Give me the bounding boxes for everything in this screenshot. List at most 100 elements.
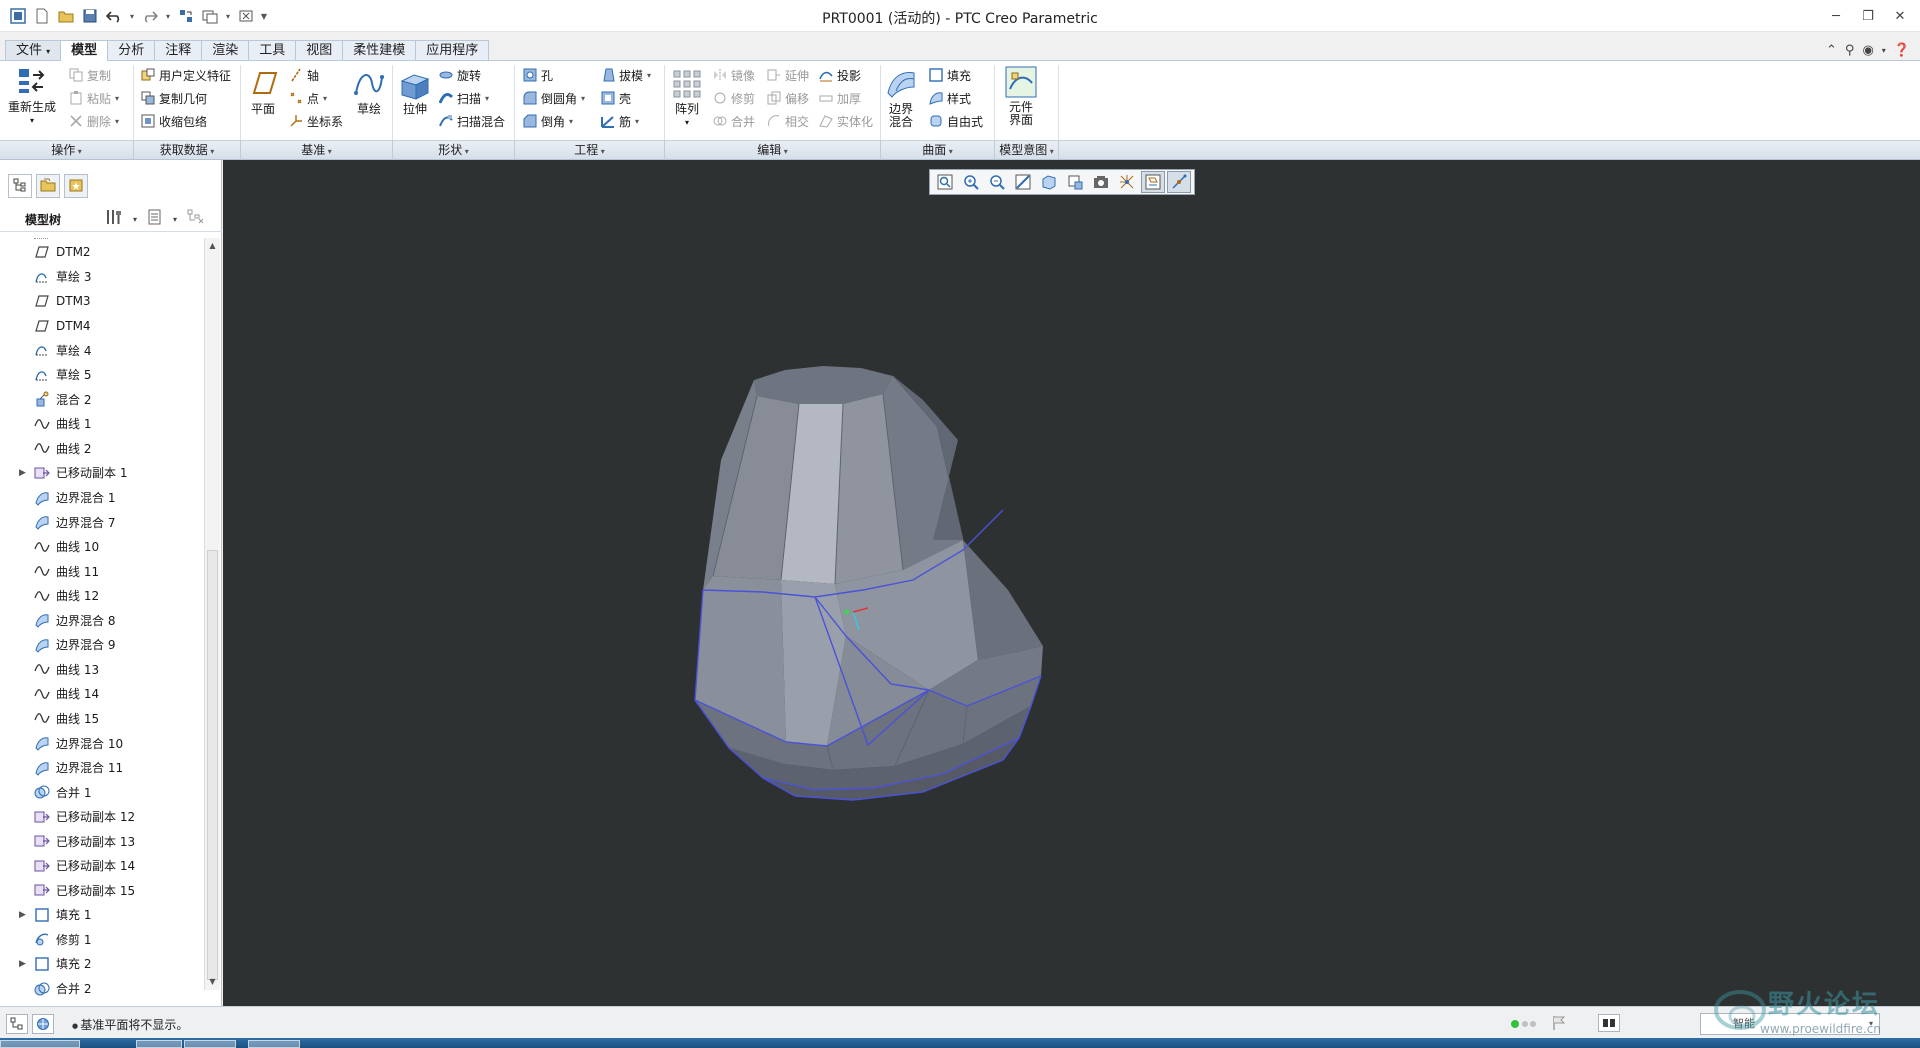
help-icon[interactable]: ❓ xyxy=(1894,43,1910,58)
tree-item[interactable]: ▶ 已移动副本 1 xyxy=(0,461,205,485)
group-editing[interactable]: 编辑 xyxy=(665,141,881,160)
tree-item[interactable]: 边界混合 9 xyxy=(0,633,205,657)
trim-button[interactable]: 修剪 xyxy=(712,88,755,108)
taskbar-item[interactable] xyxy=(184,1040,236,1048)
tree-item[interactable]: 混合 2 xyxy=(0,387,205,411)
restore-icon[interactable]: ❐ xyxy=(1858,6,1878,26)
tree-filter-icon[interactable] xyxy=(187,209,205,229)
tab-applications[interactable]: 应用程序 xyxy=(415,40,490,60)
close-icon[interactable]: ✕ xyxy=(1890,6,1910,26)
graphics-window[interactable] xyxy=(223,160,1920,1006)
tree-item[interactable]: 合并 1 xyxy=(0,780,205,804)
community-dropdown-icon[interactable]: ▾ xyxy=(1882,46,1886,55)
tree-item[interactable]: 边界混合 11 xyxy=(0,756,205,780)
tree-settings-icon[interactable] xyxy=(105,208,123,230)
paste-button[interactable]: 粘贴 ▾ xyxy=(68,88,119,108)
thicken-button[interactable]: 加厚 xyxy=(818,88,861,108)
scroll-down-icon[interactable]: ▼ xyxy=(205,974,220,990)
group-model-intent[interactable]: 模型意图 xyxy=(995,141,1059,160)
merge-button[interactable]: 合并 xyxy=(712,111,755,131)
model-tree-scrollbar[interactable]: ▲ ▼ xyxy=(204,238,220,990)
scroll-thumb[interactable] xyxy=(207,550,218,980)
user-defined-feature-button[interactable]: 用户定义特征 xyxy=(140,65,231,85)
tree-item[interactable]: 曲线 13 xyxy=(0,657,205,681)
component-interface-button[interactable]: 元件界面 xyxy=(1004,65,1038,127)
regenerate-button[interactable]: 重新生成 ▾ xyxy=(8,65,56,127)
tab-model[interactable]: 模型 xyxy=(60,40,109,62)
tree-show-dropdown-icon[interactable]: ▾ xyxy=(173,215,177,224)
extend-button[interactable]: 延伸 xyxy=(766,65,809,85)
tree-item[interactable]: DTM2 xyxy=(0,240,205,264)
tree-item[interactable]: 曲线 1 xyxy=(0,412,205,436)
tree-item[interactable]: ▶ 填充 1 xyxy=(0,903,205,927)
tree-item[interactable]: 曲线 12 xyxy=(0,584,205,608)
hole-button[interactable]: 孔 xyxy=(522,65,553,85)
round-button[interactable]: 倒圆角 ▾ xyxy=(522,88,585,108)
coordinate-system-button[interactable]: 坐标系 xyxy=(288,111,343,131)
search-icon[interactable]: ⚲ xyxy=(1845,43,1855,58)
tree-item[interactable]: 曲线 2 xyxy=(0,436,205,460)
find-icon[interactable] xyxy=(1598,1014,1620,1035)
minimize-ribbon-icon[interactable]: ⌃ xyxy=(1826,43,1837,58)
flag-icon[interactable] xyxy=(1552,1015,1566,1034)
draft-button[interactable]: 拔模 ▾ xyxy=(600,65,651,85)
intersect-button[interactable]: 相交 xyxy=(766,111,809,131)
tree-item[interactable]: 已移动副本 12 xyxy=(0,805,205,829)
rib-button[interactable]: 筋 ▾ xyxy=(600,111,639,131)
tree-item[interactable]: 边界混合 10 xyxy=(0,731,205,755)
tree-item[interactable]: 已移动副本 13 xyxy=(0,829,205,853)
tree-item[interactable]: 边界混合 1 xyxy=(0,486,205,510)
tab-render[interactable]: 渲染 xyxy=(201,40,250,60)
pattern-button[interactable]: 阵列 ▾ xyxy=(670,67,704,129)
boundary-blend-button[interactable]: 边界混合 xyxy=(884,67,918,129)
tab-file[interactable]: 文件 ▾ xyxy=(5,40,62,60)
group-surfaces[interactable]: 曲面 xyxy=(881,141,995,160)
group-operations[interactable]: 操作 xyxy=(0,141,134,160)
tree-settings-dropdown-icon[interactable]: ▾ xyxy=(133,215,137,224)
tree-item[interactable]: 曲线 11 xyxy=(0,559,205,583)
group-get-data[interactable]: 获取数据 xyxy=(134,141,241,160)
tree-item[interactable]: 边界混合 8 xyxy=(0,608,205,632)
expand-arrow-icon[interactable]: ▶ xyxy=(19,910,29,920)
tab-flexible-modeling[interactable]: 柔性建模 xyxy=(342,40,417,60)
chamfer-button[interactable]: 倒角 ▾ xyxy=(522,111,573,131)
taskbar-item[interactable] xyxy=(136,1040,182,1048)
shell-button[interactable]: 壳 xyxy=(600,88,631,108)
tree-item[interactable]: 曲线 10 xyxy=(0,535,205,559)
folder-browser-tab[interactable] xyxy=(36,174,60,198)
tree-item[interactable]: 草绘 4 xyxy=(0,338,205,362)
solidify-button[interactable]: 实体化 xyxy=(818,111,873,131)
scroll-up-icon[interactable]: ▲ xyxy=(205,238,220,254)
tree-item[interactable]: DTM3 xyxy=(0,289,205,313)
tree-item[interactable]: ▶ 填充 2 xyxy=(0,952,205,976)
style-button[interactable]: 样式 xyxy=(928,88,971,108)
tab-tools[interactable]: 工具 xyxy=(248,40,297,60)
copy-button[interactable]: 复制 xyxy=(68,65,111,85)
tree-item[interactable]: 曲线 15 xyxy=(0,706,205,730)
revolve-button[interactable]: 旋转 xyxy=(438,65,481,85)
point-button[interactable]: 点 ▾ xyxy=(288,88,327,108)
tree-item[interactable]: 已移动副本 14 xyxy=(0,854,205,878)
offset-button[interactable]: 偏移 xyxy=(766,88,809,108)
freestyle-button[interactable]: 自由式 xyxy=(928,111,983,131)
browser-toggle-icon[interactable] xyxy=(32,1014,54,1034)
start-button[interactable] xyxy=(0,1040,80,1048)
community-icon[interactable]: ◉ xyxy=(1862,43,1873,58)
tab-analysis[interactable]: 分析 xyxy=(107,40,156,60)
favorites-tab[interactable] xyxy=(64,174,88,198)
fill-button[interactable]: 填充 xyxy=(928,65,971,85)
mirror-button[interactable]: 镜像 xyxy=(712,65,755,85)
tab-annotate[interactable]: 注释 xyxy=(154,40,203,60)
project-button[interactable]: 投影 xyxy=(818,65,861,85)
axis-button[interactable]: 轴 xyxy=(288,65,319,85)
navigator-toggle-icon[interactable] xyxy=(6,1014,28,1034)
tab-view[interactable]: 视图 xyxy=(295,40,344,60)
tree-item[interactable]: 草绘 5 xyxy=(0,363,205,387)
minimize-icon[interactable]: ─ xyxy=(1826,6,1846,26)
copy-geometry-button[interactable]: 复制几何 xyxy=(140,88,207,108)
sketch-button[interactable]: 草绘 xyxy=(352,67,386,116)
tree-item[interactable]: DTM4 xyxy=(0,314,205,338)
shrinkwrap-button[interactable]: 收缩包络 xyxy=(140,111,207,131)
tree-show-icon[interactable] xyxy=(147,209,163,229)
expand-arrow-icon[interactable]: ▶ xyxy=(19,959,29,969)
